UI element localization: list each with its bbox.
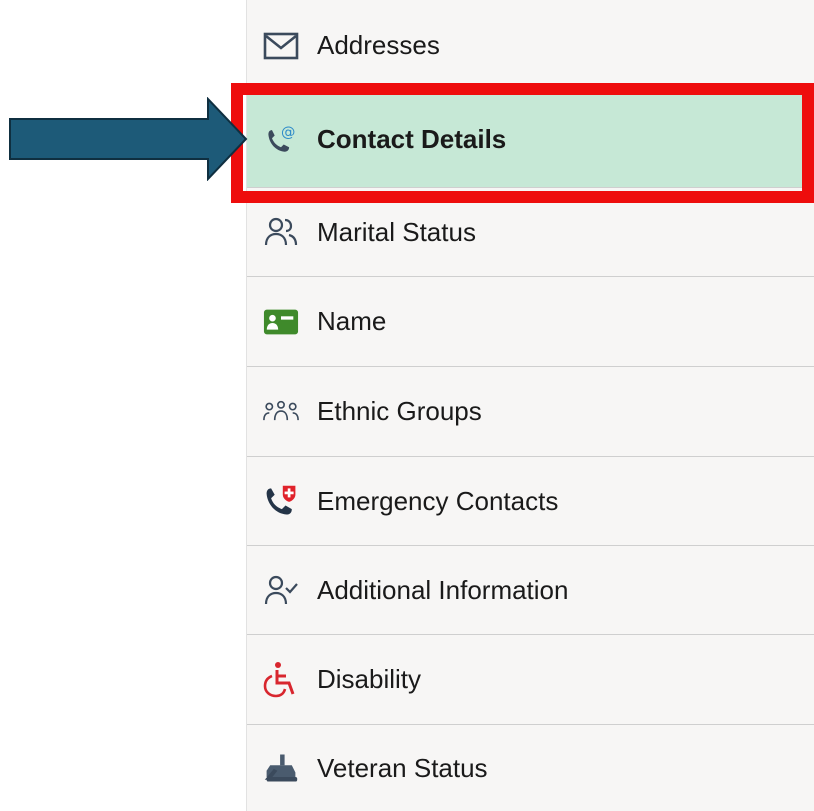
menu-item-name[interactable]: Name	[247, 277, 814, 367]
menu-item-contact-details[interactable]: @ Contact Details	[247, 92, 814, 188]
menu-item-marital-status[interactable]: Marital Status	[247, 188, 814, 277]
menu-item-additional-information[interactable]: Additional Information	[247, 546, 814, 635]
menu-item-label: Emergency Contacts	[317, 485, 559, 516]
veteran-icon	[263, 750, 299, 786]
people-icon	[263, 214, 299, 250]
menu-item-veteran-status[interactable]: Veteran Status	[247, 725, 814, 811]
menu-item-label: Disability	[317, 664, 422, 694]
menu-item-emergency-contacts[interactable]: Emergency Contacts	[247, 457, 814, 546]
id-card-icon	[263, 304, 299, 340]
person-check-icon	[263, 572, 299, 608]
wheelchair-icon	[263, 661, 299, 698]
menu-item-ethnic-groups[interactable]: Ethnic Groups	[247, 367, 814, 457]
menu-item-label: Contact Details	[317, 124, 507, 154]
menu-item-addresses[interactable]: Addresses	[247, 0, 814, 92]
menu-item-disability[interactable]: Disability	[247, 635, 814, 725]
envelope-icon	[263, 28, 299, 64]
menu-item-label: Veteran Status	[317, 752, 488, 783]
personal-details-menu: Addresses @ Contact Details Marital Stat…	[246, 0, 814, 811]
menu-item-label: Name	[317, 306, 387, 336]
svg-text:@: @	[281, 124, 295, 140]
group-icon	[263, 394, 299, 430]
emergency-phone-icon	[263, 483, 299, 519]
menu-item-label: Marital Status	[317, 216, 476, 247]
menu-item-label: Ethnic Groups	[317, 396, 482, 426]
pointer-arrow-icon	[9, 97, 248, 181]
menu-item-label: Additional Information	[317, 574, 569, 605]
phone-at-icon: @	[263, 122, 299, 158]
menu-item-label: Addresses	[317, 30, 440, 60]
